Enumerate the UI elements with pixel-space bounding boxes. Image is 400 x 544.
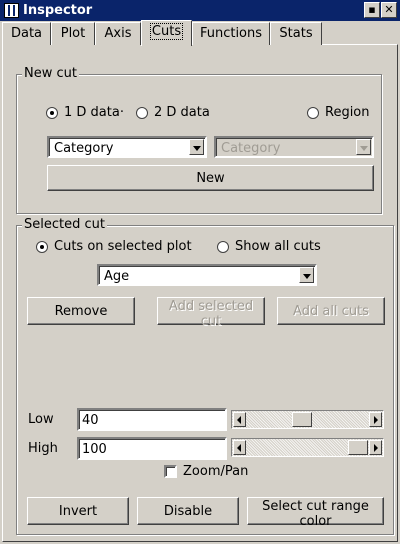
- tab-functions[interactable]: Functions: [192, 22, 270, 45]
- cut-combo[interactable]: Age: [97, 264, 317, 286]
- radio-2d-data[interactable]: 2 D data: [136, 105, 210, 120]
- minimize-button[interactable]: ▪: [364, 2, 380, 18]
- chevron-left-icon[interactable]: [233, 440, 246, 455]
- tab-data[interactable]: Data: [2, 22, 51, 45]
- chevron-right-icon[interactable]: [369, 440, 382, 455]
- add-selected-cut-button: Add selected cut: [157, 297, 265, 329]
- tab-axis[interactable]: Axis: [95, 22, 141, 45]
- tab-stats[interactable]: Stats: [270, 22, 322, 45]
- radio-indicator: [217, 240, 229, 253]
- radio-region[interactable]: Region: [307, 105, 370, 120]
- low-label: Low: [28, 412, 54, 427]
- radio-indicator: [36, 240, 48, 253]
- add-all-cuts-button: Add all cuts: [277, 297, 385, 325]
- invert-button[interactable]: Invert: [27, 497, 129, 525]
- high-slider-thumb[interactable]: [348, 440, 368, 455]
- high-input[interactable]: 100: [77, 437, 227, 460]
- radio-cuts-on-plot[interactable]: Cuts on selected plot: [36, 239, 192, 254]
- close-icon: ✕: [384, 3, 394, 16]
- high-label: High: [28, 441, 58, 456]
- radio-1d-data[interactable]: 1 D data·: [46, 105, 124, 120]
- close-button[interactable]: ✕: [381, 2, 397, 18]
- low-slider-thumb[interactable]: [292, 412, 313, 427]
- new-cut-legend: New cut: [22, 66, 79, 81]
- select-cut-range-color-button[interactable]: Select cut range color: [247, 497, 384, 529]
- chevron-down-icon: [356, 139, 371, 155]
- zoom-pan-checkbox[interactable]: Zoom/Pan: [164, 464, 248, 479]
- chevron-right-icon[interactable]: [369, 412, 382, 427]
- checkbox-indicator: [164, 465, 177, 478]
- radio-indicator: [307, 106, 319, 119]
- low-input[interactable]: 40: [77, 408, 227, 431]
- low-slider[interactable]: [231, 410, 384, 429]
- remove-button[interactable]: Remove: [27, 297, 135, 325]
- category2-combo: Category: [214, 136, 374, 158]
- category-combo[interactable]: Category: [47, 136, 207, 158]
- disable-button[interactable]: Disable: [137, 497, 239, 525]
- radio-indicator: [46, 106, 58, 119]
- chevron-left-icon[interactable]: [233, 412, 246, 427]
- chevron-down-icon[interactable]: [299, 267, 314, 283]
- minimize-icon: ▪: [368, 3, 376, 16]
- title-bar[interactable]: Inspector ▪ ✕: [0, 0, 400, 21]
- new-cut-button[interactable]: New: [47, 165, 374, 191]
- selected-cut-legend: Selected cut: [22, 217, 107, 232]
- tab-cuts[interactable]: Cuts: [141, 20, 192, 46]
- radio-show-all-cuts[interactable]: Show all cuts: [217, 239, 321, 254]
- high-slider[interactable]: [231, 438, 384, 457]
- radio-indicator: [136, 106, 148, 119]
- window-title: Inspector: [23, 3, 93, 18]
- tab-plot[interactable]: Plot: [51, 22, 95, 45]
- app-icon: [4, 3, 19, 18]
- chevron-down-icon[interactable]: [189, 139, 204, 155]
